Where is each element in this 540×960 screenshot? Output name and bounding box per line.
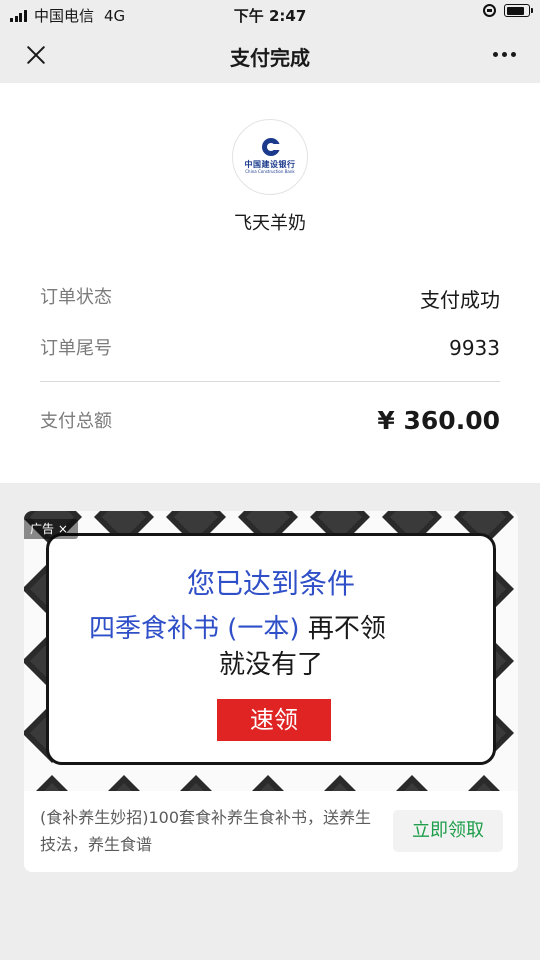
ad-popup: 您已达到条件 四季食补书 (一本) 再不领 就没有了 速领	[46, 533, 496, 765]
popup-offer: 四季食补书 (一本) 再不领	[89, 608, 386, 645]
total-label: 支付总额	[40, 411, 112, 432]
more-icon[interactable]	[489, 52, 516, 57]
total-amount: ¥ 360.00	[377, 406, 500, 435]
popup-offer-rest: 再不领	[299, 614, 386, 644]
quick-claim-button[interactable]: 速领	[217, 699, 331, 741]
merchant-logo: 中国建设银行 China Construction Bank	[232, 119, 308, 195]
ad-tag-label: 广告	[30, 522, 55, 536]
order-status-value: 支付成功	[420, 288, 500, 312]
battery-icon	[504, 4, 533, 17]
popup-headline: 您已达到条件	[186, 567, 355, 600]
ccb-logo-icon	[262, 138, 281, 156]
ad-image[interactable]: 广告 × 您已达到条件 四季食补书 (一本) 再不领 就没有了 速领	[24, 511, 518, 791]
ad-tag[interactable]: 广告 ×	[24, 519, 78, 539]
status-right	[483, 4, 533, 17]
claim-now-button[interactable]: 立即领取	[393, 810, 503, 852]
popup-urgency: 就没有了	[218, 650, 323, 680]
orientation-lock-icon	[483, 4, 496, 17]
page-title: 支付完成	[230, 46, 310, 70]
receipt-card: 中国建设银行 China Construction Bank 飞天羊奶 订单状态…	[0, 83, 540, 483]
nav-bar: 支付完成	[0, 28, 540, 82]
ad-card[interactable]: 广告 × 您已达到条件 四季食补书 (一本) 再不领 就没有了 速领 (食补养生…	[24, 511, 518, 872]
status-bar: 中国电信 4G 下午 2:47	[0, 0, 540, 28]
status-time: 下午 2:47	[233, 7, 307, 25]
order-status-label: 订单状态	[40, 287, 112, 308]
ad-description: (食补养生妙招)100套食补养生食补书，送养生技法，养生食谱	[40, 808, 372, 854]
order-number-label: 订单尾号	[40, 338, 112, 359]
order-number-value: 9933	[449, 336, 500, 360]
logo-text-en: China Construction Bank	[245, 169, 295, 174]
popup-offer-highlight: 四季食补书 (一本)	[89, 614, 300, 644]
divider	[40, 381, 500, 382]
battery-fill	[506, 6, 525, 15]
merchant-name: 飞天羊奶	[234, 213, 306, 234]
